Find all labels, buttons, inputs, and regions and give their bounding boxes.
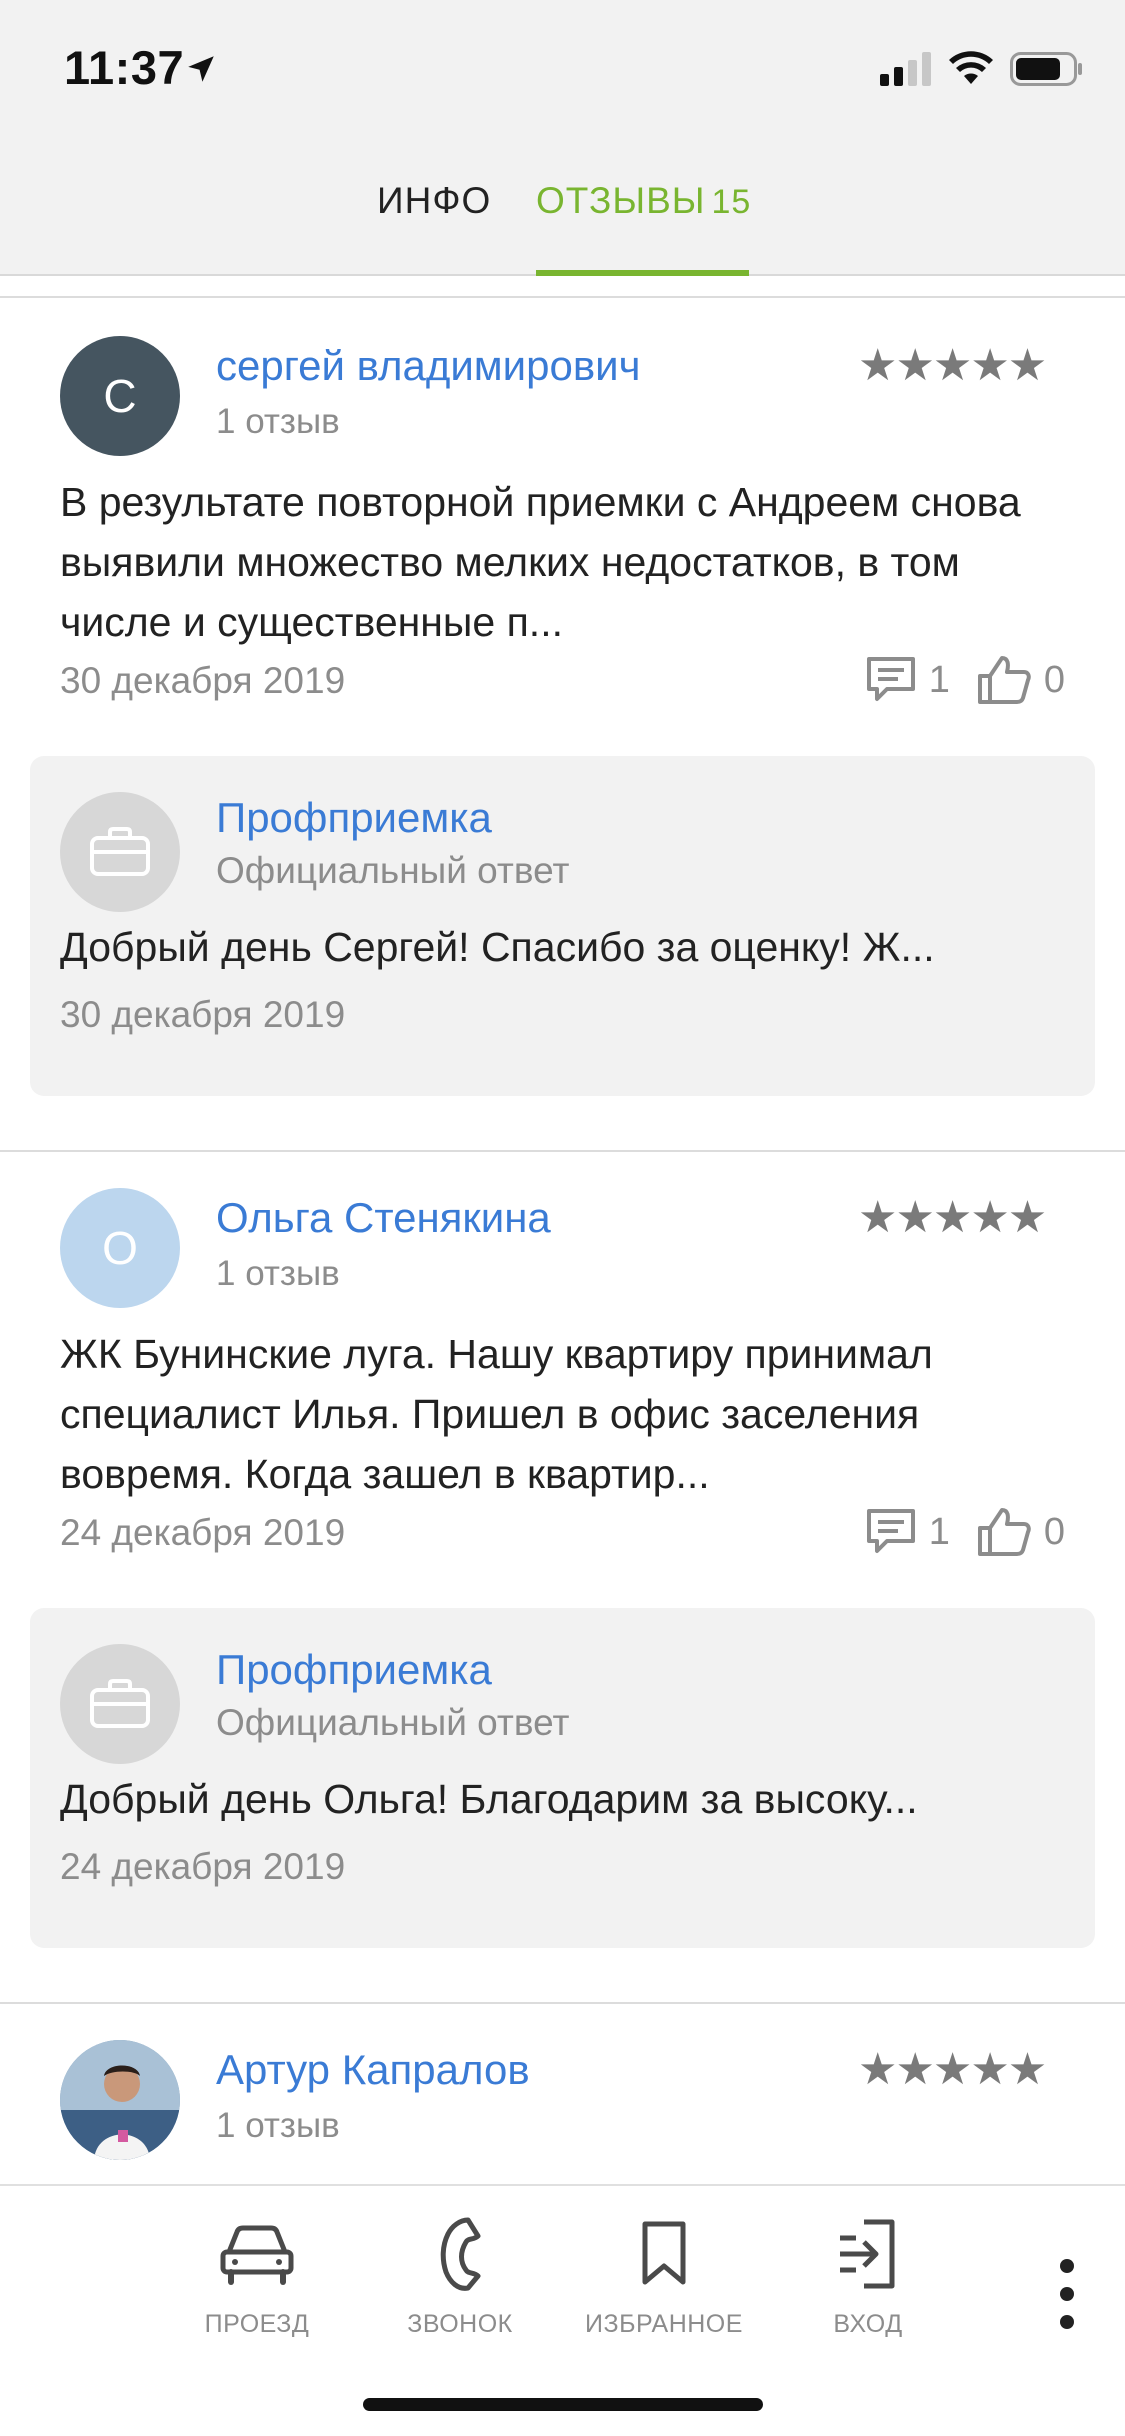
battery-icon: [1010, 52, 1082, 86]
nav-call-label: ЗВОНОК: [407, 2310, 513, 2338]
wifi-icon: [949, 51, 993, 84]
briefcase-icon: [90, 827, 150, 876]
briefcase-icon: [90, 1679, 150, 1728]
author-reviews-count: 1 отзыв: [216, 1254, 340, 1293]
reviews-list[interactable]: С сергей владимирович 1 отзыв ★★★★★ В ре…: [0, 276, 1125, 2184]
rating-stars: ★★★★★: [858, 1193, 1047, 1242]
likes-count: 0: [1043, 658, 1065, 701]
nav-login[interactable]: ВХОД: [778, 2212, 958, 2342]
company-avatar: [60, 792, 180, 912]
nav-call[interactable]: ЗВОНОК: [370, 2212, 550, 2342]
review-text[interactable]: ЖК Бунинские луга. Нашу квартиру принима…: [60, 1324, 1070, 1504]
author-reviews-count: 1 отзыв: [216, 402, 340, 441]
status-bar: 11:37: [0, 0, 1125, 140]
review-card: С сергей владимирович 1 отзыв ★★★★★ В ре…: [0, 336, 1125, 1096]
reply-author[interactable]: Профприемка: [216, 794, 492, 842]
reply-text: Добрый день Ольга! Благодарим за высоку.…: [60, 1776, 918, 1822]
official-reply[interactable]: Профприемка Официальный ответ Добрый ден…: [30, 756, 1095, 1096]
review-card: Артур Капралов 1 отзыв ★★★★★: [0, 2040, 1125, 2184]
nav-directions[interactable]: ПРОЕЗД: [167, 2212, 347, 2342]
reply-text: Добрый день Сергей! Спасибо за оценку! Ж…: [60, 924, 935, 970]
reply-date: 30 декабря 2019: [60, 994, 346, 1035]
review-actions: 1 0: [865, 654, 1065, 706]
author-name[interactable]: Артур Капралов: [216, 2046, 530, 2094]
nav-favorites[interactable]: ИЗБРАННОЕ: [574, 2212, 754, 2342]
car-icon: [220, 2225, 294, 2285]
comment-icon[interactable]: [865, 655, 917, 705]
author-reviews-count: 1 отзыв: [216, 2106, 340, 2145]
cellular-signal-icon: [880, 52, 931, 86]
review-card: О Ольга Стенякина 1 отзыв ★★★★★ ЖК Бунин…: [0, 1188, 1125, 1948]
company-avatar: [60, 1644, 180, 1764]
tab-reviews-label: ОТЗЫВЫ: [536, 180, 706, 221]
reply-label: Официальный ответ: [216, 1702, 570, 1743]
divider: [0, 1150, 1125, 1152]
avatar[interactable]: О: [60, 1188, 180, 1308]
login-icon: [840, 2219, 895, 2289]
avatar-photo[interactable]: [60, 2040, 180, 2160]
thumbs-up-icon[interactable]: [976, 1506, 1032, 1558]
avatar-letter: С: [103, 370, 137, 422]
review-date: 24 декабря 2019: [60, 1512, 346, 1553]
tab-info[interactable]: ИНФО: [377, 180, 491, 274]
header: 11:37 ИНФО ОТЗЫВЫ 15: [0, 0, 1125, 276]
author-name[interactable]: сергей владимирович: [216, 342, 641, 390]
divider: [0, 2002, 1125, 2004]
tab-info-label: ИНФО: [377, 180, 492, 221]
user-photo-icon: [60, 2040, 180, 2160]
tab-bar: ИНФО ОТЗЫВЫ 15: [0, 170, 1125, 276]
more-options-icon[interactable]: [1052, 2254, 1082, 2334]
rating-stars: ★★★★★: [858, 341, 1047, 390]
home-indicator[interactable]: [363, 2398, 763, 2411]
tab-reviews-count: 15: [711, 183, 752, 221]
review-actions: 1 0: [865, 1506, 1065, 1558]
reply-author[interactable]: Профприемка: [216, 1646, 492, 1694]
rating-stars: ★★★★★: [858, 2045, 1047, 2094]
avatar[interactable]: С: [60, 336, 180, 456]
thumbs-up-icon[interactable]: [976, 654, 1032, 706]
phone-icon: [440, 2217, 481, 2291]
avatar-letter: О: [102, 1222, 138, 1274]
status-time: 11:37: [64, 41, 185, 94]
nav-login-label: ВХОД: [833, 2310, 903, 2338]
tab-reviews[interactable]: ОТЗЫВЫ 15: [536, 180, 751, 274]
nav-favorites-label: ИЗБРАННОЕ: [585, 2310, 743, 2338]
likes-count: 0: [1043, 1510, 1065, 1553]
review-date: 30 декабря 2019: [60, 660, 346, 701]
comments-count: 1: [928, 658, 950, 701]
nav-directions-label: ПРОЕЗД: [204, 2310, 310, 2338]
reply-date: 24 декабря 2019: [60, 1846, 346, 1887]
bookmark-icon: [642, 2221, 686, 2285]
reply-label: Официальный ответ: [216, 850, 570, 891]
bottom-navigation: ПРОЕЗД ЗВОНОК ИЗБРАННОЕ ВХОД: [0, 2184, 1125, 2436]
author-name[interactable]: Ольга Стенякина: [216, 1194, 551, 1242]
location-arrow-icon: [188, 56, 214, 82]
review-text[interactable]: В результате повторной приемки с Андреем…: [60, 472, 1070, 652]
official-reply[interactable]: Профприемка Официальный ответ Добрый ден…: [30, 1608, 1095, 1948]
comment-icon[interactable]: [865, 1507, 917, 1557]
comments-count: 1: [928, 1510, 950, 1553]
divider: [0, 296, 1125, 298]
